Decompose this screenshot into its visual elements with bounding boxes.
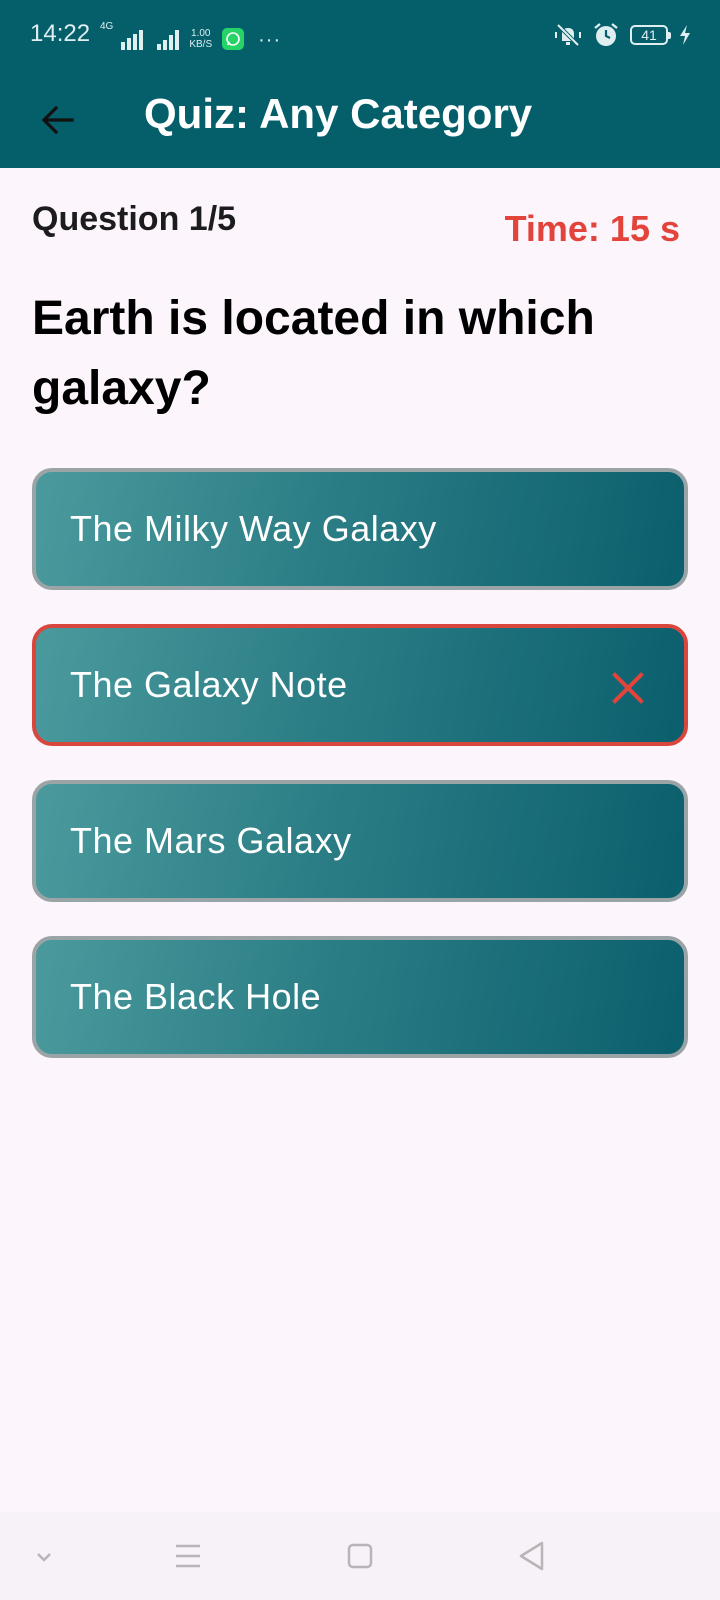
close-icon: [612, 672, 644, 704]
whatsapp-icon: [222, 28, 245, 50]
status-bar: 14:22 4G 1.00 KB/S ··· 41: [0, 0, 720, 72]
signal-icon: [121, 28, 144, 50]
status-left-icons: 4G 1.00 KB/S ···: [100, 22, 281, 50]
charging-icon: [680, 25, 690, 45]
answer-label: The Mars Galaxy: [70, 820, 352, 861]
answer-option[interactable]: The Milky Way Galaxy: [32, 468, 688, 590]
timer: Time: 15 s: [504, 208, 680, 249]
navigation-bar: [0, 1512, 720, 1600]
back-button[interactable]: [28, 90, 88, 150]
speed-unit: KB/S: [189, 39, 213, 50]
answer-option[interactable]: The Black Hole: [32, 936, 688, 1058]
top-bar: 14:22 4G 1.00 KB/S ··· 41 Quiz: Any Cate…: [0, 0, 720, 168]
signal-icon: [157, 28, 180, 50]
network-speed: 1.00 KB/S: [189, 28, 212, 50]
question-text: Earth is located in which galaxy?: [32, 292, 595, 415]
speed-value: 1.00: [191, 28, 211, 39]
status-right-icons: 41: [554, 20, 692, 50]
page-title: Quiz: Any Category: [144, 90, 533, 137]
question-counter: Question 1/5: [32, 200, 237, 238]
chevron-down-icon[interactable]: [24, 1536, 64, 1576]
answer-label: The Galaxy Note: [70, 664, 348, 705]
answer-label: The Black Hole: [70, 976, 322, 1017]
back-triangle-icon[interactable]: [512, 1536, 552, 1576]
alarm-icon: [594, 23, 618, 46]
menu-icon[interactable]: [168, 1536, 208, 1576]
answer-list: The Milky Way Galaxy The Galaxy Note The…: [32, 468, 688, 1092]
answer-option-wrong[interactable]: The Galaxy Note: [32, 624, 688, 746]
quiz-screen: 14:22 4G 1.00 KB/S ··· 41 Quiz: Any Cate…: [0, 0, 720, 1600]
app-bar: Quiz: Any Category: [0, 72, 720, 168]
answer-option[interactable]: The Mars Galaxy: [32, 780, 688, 902]
home-square-icon[interactable]: [340, 1536, 380, 1576]
mute-icon: [555, 23, 581, 47]
answer-label: The Milky Way Galaxy: [70, 508, 437, 549]
battery-icon: 41: [630, 25, 671, 45]
status-time: 14:22: [30, 20, 91, 47]
network-type: 4G: [100, 21, 114, 32]
more-notifications: ···: [258, 29, 282, 51]
arrow-left-icon: [41, 105, 74, 135]
